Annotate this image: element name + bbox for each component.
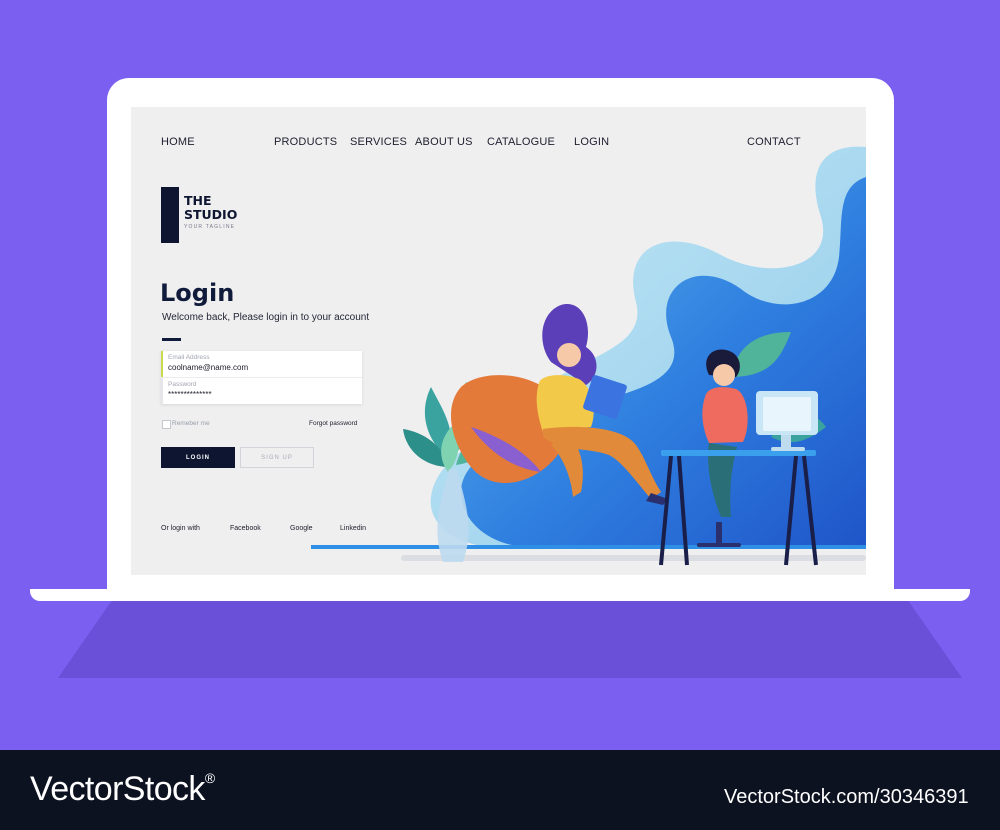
nav-home[interactable]: HOME: [161, 136, 195, 148]
hero-illustration: [311, 146, 866, 566]
forgot-password-link[interactable]: Forgot password: [309, 420, 357, 427]
nav-services[interactable]: SERVICES: [350, 136, 407, 148]
watermark-id: VectorStock.com/30346391: [724, 786, 969, 808]
linkedin-link[interactable]: Linkedin: [340, 525, 366, 532]
google-link[interactable]: Google: [290, 525, 313, 532]
password-input[interactable]: **************: [168, 390, 212, 399]
heading-underline: [162, 338, 181, 341]
remember-label: Remeber me: [172, 420, 210, 427]
logo-title: THE STUDIO: [184, 193, 238, 222]
credentials-card: Email Address coolname@name.com Password…: [161, 351, 362, 404]
nav-catalogue[interactable]: CATALOGUE: [487, 136, 555, 148]
watermark-logo: VectorStock®: [30, 770, 215, 809]
registered-mark: ®: [204, 770, 215, 786]
nav-products[interactable]: PRODUCTS: [274, 136, 337, 148]
email-input[interactable]: coolname@name.com: [168, 363, 248, 372]
login-heading: Login: [160, 279, 235, 307]
logo-tagline: YOUR TAGLINE: [184, 224, 236, 230]
remember-checkbox[interactable]: [162, 420, 171, 429]
nav-login[interactable]: LOGIN: [574, 136, 609, 148]
logo-bar: [161, 187, 179, 243]
chair-base: [716, 522, 722, 546]
nav-contact[interactable]: CONTACT: [747, 136, 801, 148]
password-field[interactable]: Password **************: [161, 378, 362, 404]
nav-about-us[interactable]: ABOUT US: [415, 136, 473, 148]
facebook-link[interactable]: Facebook: [230, 525, 261, 532]
laptop-shadow: [58, 600, 962, 678]
floor-shadow: [401, 555, 866, 561]
social-prefix: Or login with: [161, 525, 200, 532]
laptop-screen: [131, 107, 866, 575]
password-label: Password: [168, 381, 197, 388]
email-label: Email Address: [168, 354, 210, 361]
login-button[interactable]: LOGIN: [161, 447, 235, 468]
floor-line: [311, 545, 866, 549]
email-field[interactable]: Email Address coolname@name.com: [161, 351, 362, 377]
signup-button[interactable]: SIGN UP: [240, 447, 314, 468]
watermark-brand: VectorStock: [30, 770, 205, 808]
login-subtitle: Welcome back, Please login in to your ac…: [162, 312, 370, 323]
